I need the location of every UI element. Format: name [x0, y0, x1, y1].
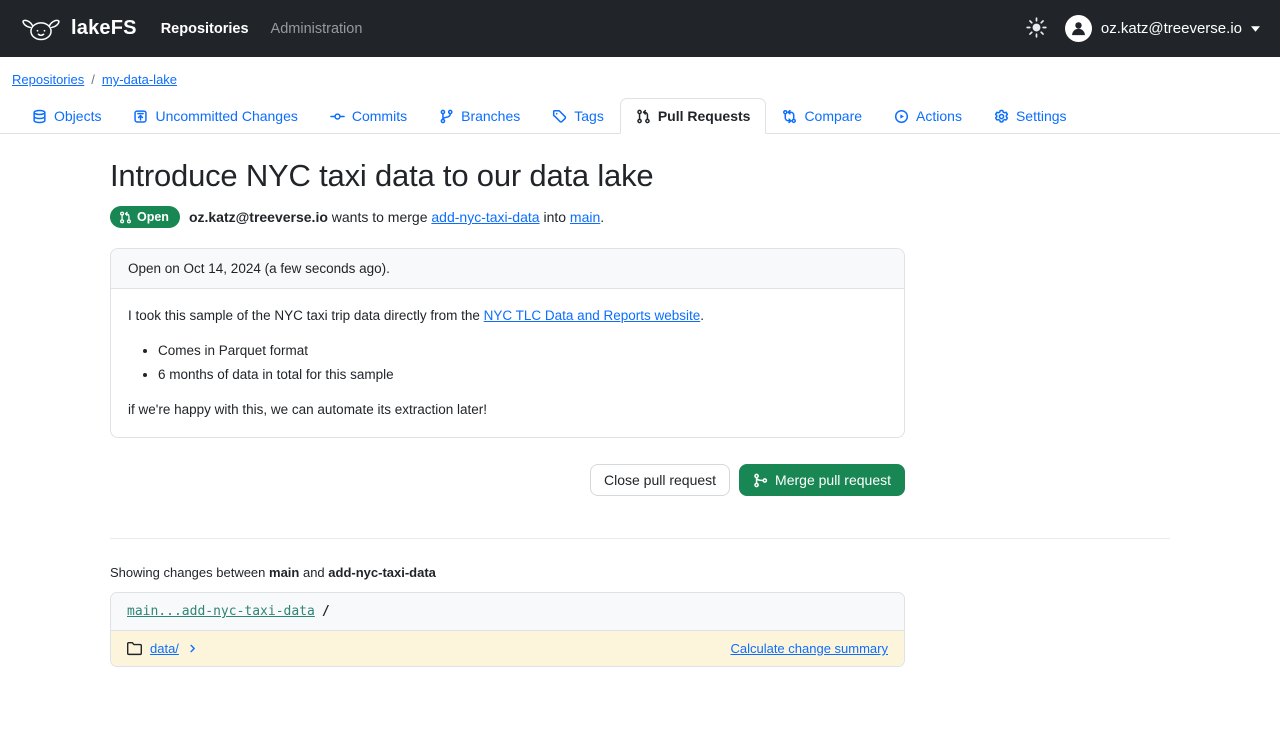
tab-actions[interactable]: Actions [878, 98, 978, 134]
nyc-tlc-link[interactable]: NYC TLC Data and Reports website [484, 308, 701, 323]
pr-description-card: Open on Oct 14, 2024 (a few seconds ago)… [110, 248, 905, 438]
repo-tabs: Objects Uncommitted Changes Commits Branche… [0, 98, 1280, 134]
compare-branch: add-nyc-taxi-data [328, 565, 436, 580]
commit-icon [330, 109, 345, 124]
tab-uncommitted-changes[interactable]: Uncommitted Changes [117, 98, 313, 134]
breadcrumb-separator: / [91, 72, 95, 87]
pull-request-icon [119, 211, 132, 224]
axolotl-icon [20, 14, 62, 44]
tab-label: Commits [352, 108, 407, 124]
pr-author: oz.katz@treeverse.io [189, 209, 328, 225]
change-entry-link[interactable]: data/ [150, 641, 179, 656]
close-pull-request-button[interactable]: Close pull request [590, 464, 730, 496]
breadcrumb: Repositories / my-data-lake [0, 57, 1280, 98]
top-navbar: lakeFS Repositories Administration oz.kat… [0, 0, 1280, 57]
tab-pull-requests[interactable]: Pull Requests [620, 98, 767, 134]
pull-request-page: Introduce NYC taxi data to our data lake… [110, 158, 1170, 667]
branch-icon [439, 109, 454, 124]
pr-summary: Open oz.katz@treeverse.io wants to merge… [110, 206, 905, 228]
pull-request-icon [636, 109, 651, 124]
pr-description-body: I took this sample of the NYC taxi trip … [111, 289, 904, 437]
merge-icon [753, 473, 768, 488]
user-menu[interactable]: oz.katz@treeverse.io [1065, 15, 1260, 42]
avatar [1065, 15, 1092, 42]
tab-settings[interactable]: Settings [978, 98, 1083, 134]
caret-down-icon [1251, 26, 1260, 32]
tab-branches[interactable]: Branches [423, 98, 536, 134]
play-circle-icon [894, 109, 909, 124]
status-badge: Open [110, 206, 180, 228]
tab-label: Settings [1016, 108, 1067, 124]
changes-table: main...add-nyc-taxi-data/ data/Calculate… [110, 592, 905, 667]
target-branch-link[interactable]: main [570, 209, 600, 225]
base-branch: main [269, 565, 299, 580]
tab-compare[interactable]: Compare [766, 98, 878, 134]
tab-label: Pull Requests [658, 108, 751, 124]
change-rows: data/Calculate change summary [111, 631, 904, 666]
user-email: oz.katz@treeverse.io [1101, 20, 1242, 37]
pr-description-intro: I took this sample of the NYC taxi trip … [128, 306, 887, 326]
merge-pull-request-button[interactable]: Merge pull request [739, 464, 905, 496]
nav-item-repositories[interactable]: Repositories [161, 21, 249, 37]
pr-open-date: Open on Oct 14, 2024 (a few seconds ago)… [111, 249, 904, 289]
page-title: Introduce NYC taxi data to our data lake [110, 158, 905, 194]
nav-item-administration[interactable]: Administration [271, 21, 363, 37]
pr-description-bullet: Comes in Parquet format [158, 341, 887, 361]
main-nav: Repositories Administration [161, 21, 363, 37]
tab-label: Objects [54, 108, 101, 124]
pr-actions: Close pull request Merge pull request [110, 464, 905, 496]
database-icon [32, 109, 47, 124]
sun-icon [1026, 17, 1047, 38]
tab-label: Tags [574, 108, 604, 124]
change-row: data/Calculate change summary [111, 631, 904, 666]
pr-description-list: Comes in Parquet format 6 months of data … [128, 341, 887, 385]
tab-label: Compare [804, 108, 862, 124]
lakefs-logo[interactable]: lakeFS [20, 14, 137, 44]
calculate-change-summary-link[interactable]: Calculate change summary [730, 641, 888, 656]
pr-description-bullet: 6 months of data in total for this sampl… [158, 365, 887, 385]
folder-icon [127, 641, 142, 656]
tab-label: Actions [916, 108, 962, 124]
source-branch-link[interactable]: add-nyc-taxi-data [431, 209, 539, 225]
tab-objects[interactable]: Objects [16, 98, 117, 134]
pr-description-outro: if we're happy with this, we can automat… [128, 400, 887, 420]
breadcrumb-link-repositories[interactable]: Repositories [12, 72, 84, 87]
upload-square-icon [133, 109, 148, 124]
breadcrumb-link-my-data-lake[interactable]: my-data-lake [102, 72, 177, 87]
theme-toggle-button[interactable] [1026, 17, 1047, 41]
ref-compare-link[interactable]: main...add-nyc-taxi-data [127, 604, 315, 619]
tab-label: Uncommitted Changes [155, 108, 297, 124]
chevron-right-icon [187, 643, 198, 654]
tab-label: Branches [461, 108, 520, 124]
tab-commits[interactable]: Commits [314, 98, 423, 134]
pr-summary-line: oz.katz@treeverse.io wants to merge add-… [189, 209, 604, 225]
changes-table-header: main...add-nyc-taxi-data/ [111, 593, 904, 631]
person-icon [1069, 19, 1088, 38]
brand-name: lakeFS [71, 17, 137, 40]
tag-icon [552, 109, 567, 124]
divider [110, 538, 1170, 539]
gear-icon [994, 109, 1009, 124]
compare-icon [782, 109, 797, 124]
status-badge-label: Open [137, 210, 169, 224]
change-entry: data/ [127, 641, 198, 656]
tab-tags[interactable]: Tags [536, 98, 620, 134]
changes-summary: Showing changes between main and add-nyc… [110, 565, 905, 580]
